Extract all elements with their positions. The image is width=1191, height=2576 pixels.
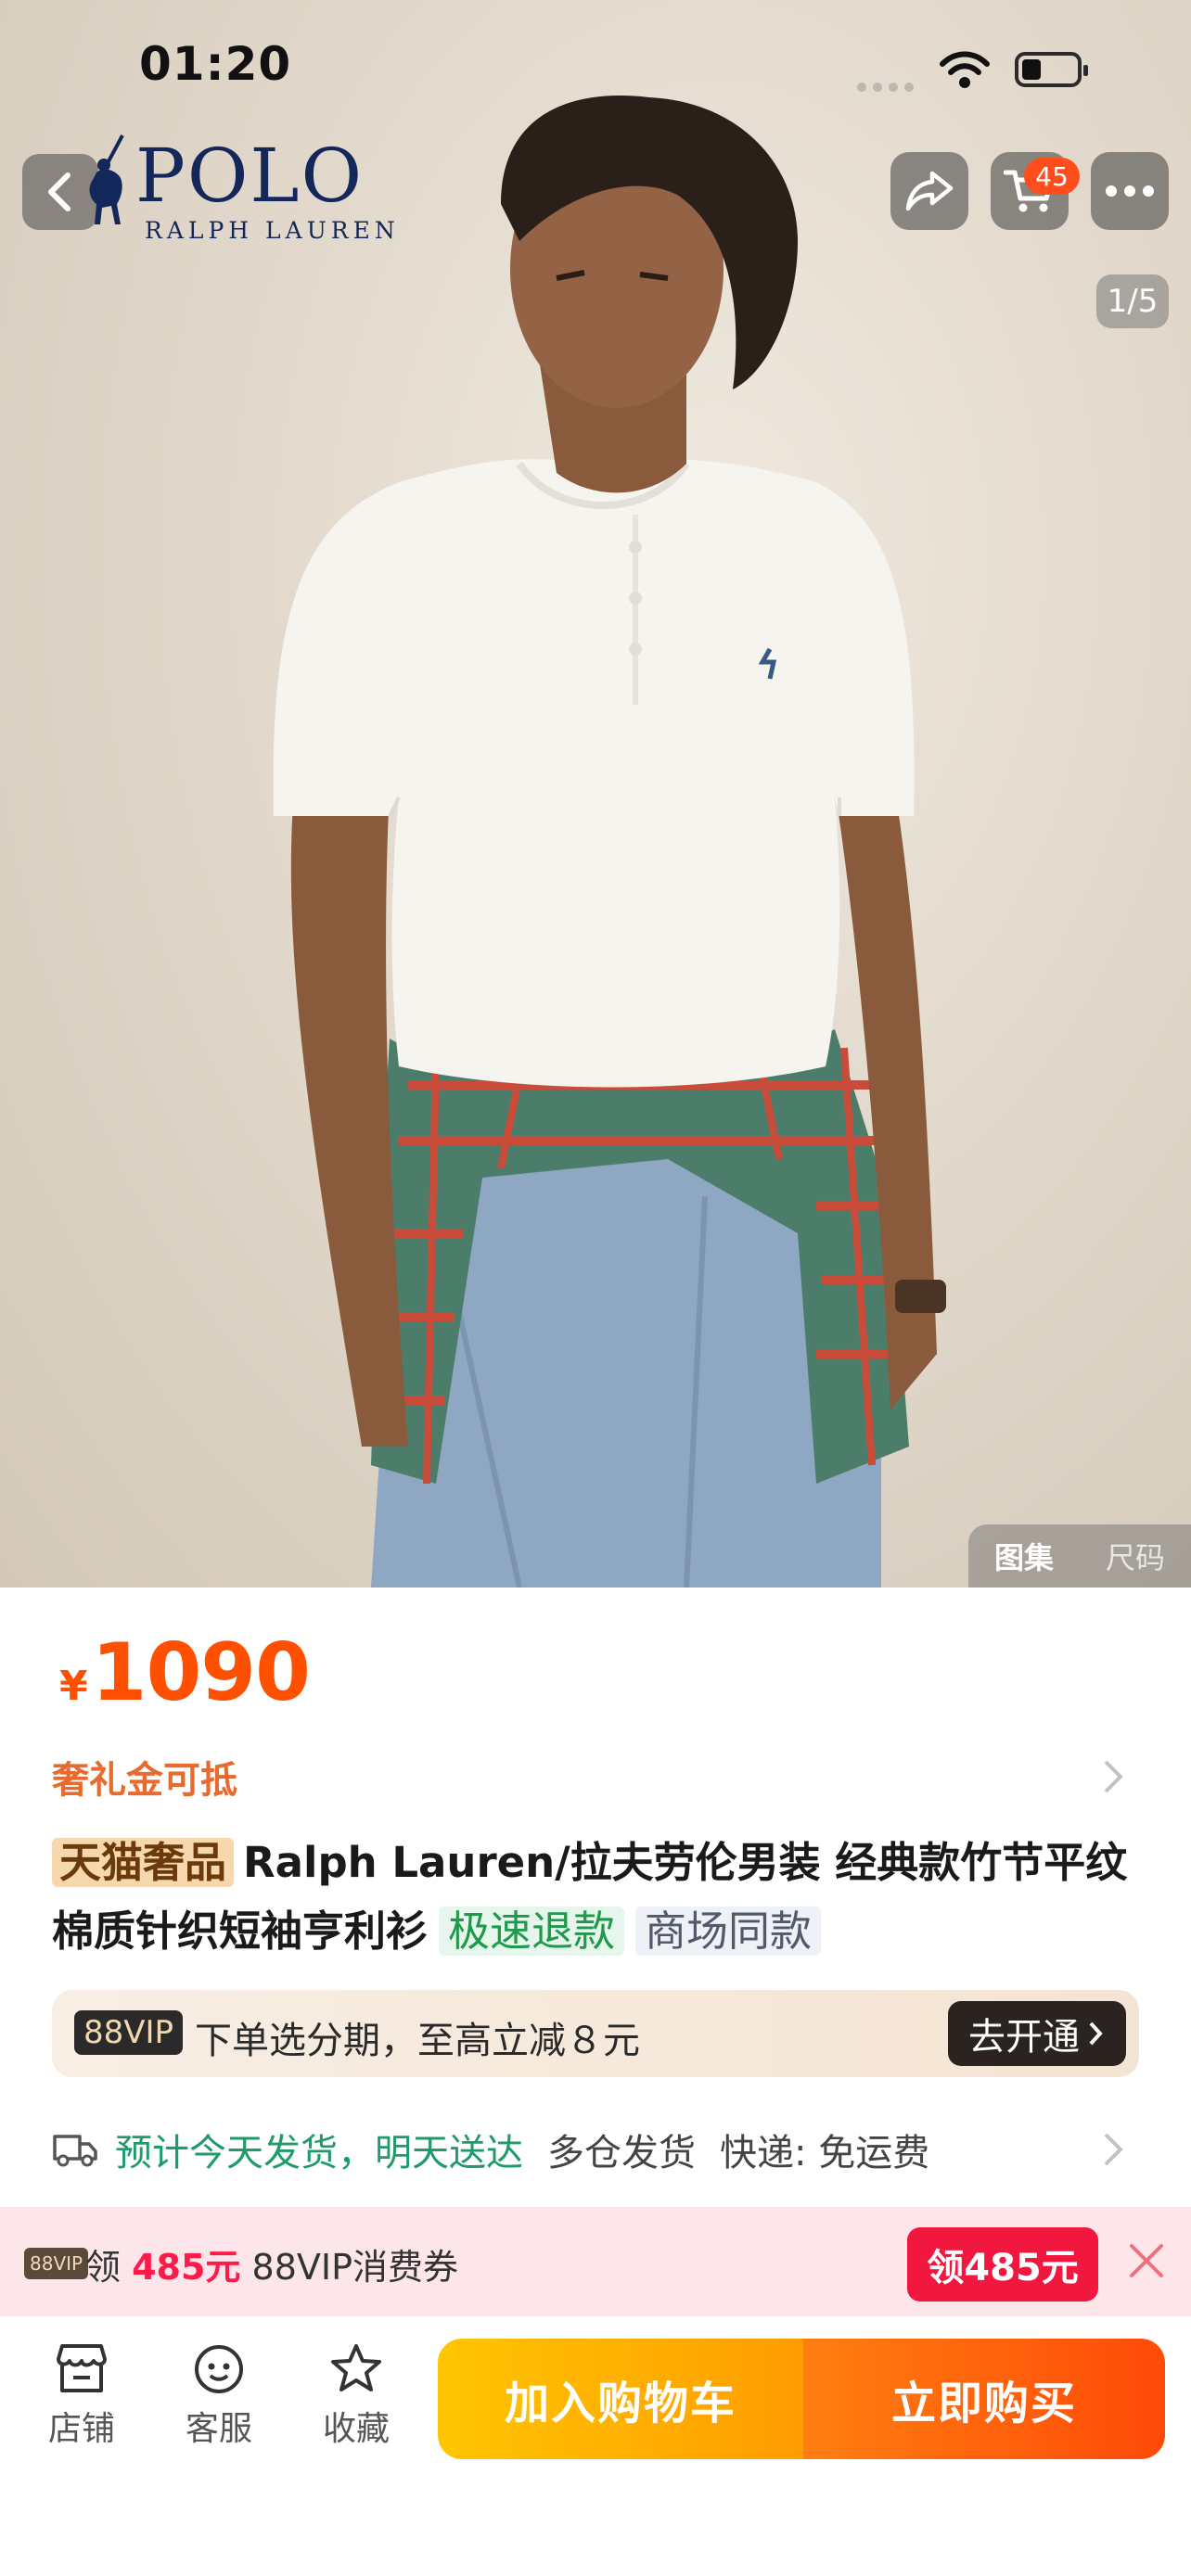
signal-icon [857, 78, 920, 96]
coupon-banner[interactable]: 88VIP 领 485元 88VIP消费券 领485元 [0, 2207, 1191, 2316]
product-page: 01:20 POLO RALPH LAUREN 45 1/5 图集 尺码 ¥ 1… [0, 0, 1191, 2576]
mall-tag: 天猫奢品 [52, 1838, 235, 1887]
service-label: 客服 [185, 2410, 252, 2448]
subsidy-label[interactable]: 奢礼金可抵 [52, 1750, 237, 1804]
brand-subtitle: RALPH LAUREN [145, 217, 400, 244]
battery-icon [1015, 52, 1088, 87]
favorite-nav[interactable]: 收藏 [310, 2342, 403, 2450]
polo-horse-icon [89, 134, 124, 224]
brand-title: POLO [135, 133, 365, 219]
store-label: 店铺 [47, 2410, 115, 2448]
service-nav[interactable]: 客服 [173, 2342, 265, 2450]
brand-logo[interactable]: POLO RALPH LAUREN [80, 133, 400, 244]
promo-amount: 485元 [132, 2247, 241, 2288]
tab-size[interactable]: 尺码 [1106, 1535, 1165, 1577]
shipping-express: 快递: 免运费 [720, 2132, 930, 2174]
favorite-label: 收藏 [322, 2410, 390, 2448]
store-icon [57, 2344, 107, 2392]
same-as-mall-tag: 商场同款 [635, 1906, 822, 1956]
product-image-gallery[interactable]: 01:20 POLO RALPH LAUREN 45 1/5 图集 尺码 [0, 0, 1191, 1588]
tab-gallery[interactable]: 图集 [994, 1535, 1054, 1577]
chevron-left-icon [48, 172, 70, 211]
cart-count-badge: 45 [1024, 158, 1080, 195]
gallery-tabs: 图集 尺码 [968, 1524, 1191, 1588]
add-to-cart-button[interactable]: 加入购物车 [438, 2339, 803, 2459]
fast-refund-tag: 极速退款 [439, 1906, 625, 1956]
more-button[interactable] [1091, 152, 1169, 230]
vip-installment-banner[interactable]: 88VIP 下单选分期，至高立减８元 去开通 [52, 1990, 1139, 2077]
promo-suffix: 88VIP消费券 [251, 2247, 459, 2288]
status-time: 01:20 [139, 37, 292, 91]
truck-icon [53, 2135, 97, 2167]
wifi-icon [940, 51, 990, 88]
vip-badge: 88VIP [74, 2010, 184, 2055]
shipping-estimate: 预计今天发货，明天送达 [115, 2132, 523, 2174]
service-icon [195, 2345, 243, 2393]
close-icon[interactable] [1126, 2240, 1167, 2281]
shipping-row[interactable]: 预计今天发货，明天送达 多仓发货 快递: 免运费 [52, 2123, 1150, 2175]
buy-now-button[interactable]: 立即购买 [803, 2339, 1165, 2459]
vip-activate-label: 去开通 [968, 2016, 1080, 2059]
share-button[interactable] [890, 152, 968, 230]
promo-prefix: 领 [85, 2247, 122, 2288]
currency-symbol: ¥ [59, 1663, 88, 1710]
vip-activate-button[interactable]: 去开通 [948, 2001, 1126, 2066]
star-icon [331, 2344, 381, 2391]
vip-text: 下单选分期，至高立减８元 [195, 2020, 640, 2062]
product-title: 天猫奢品 Ralph Lauren/拉夫劳伦男装 经典款竹节平纹棉质针织短袖亨利衫… [52, 1829, 1146, 1966]
chevron-right-icon[interactable] [1102, 2131, 1124, 2168]
price-value: 1090 [91, 1626, 311, 1719]
store-nav[interactable]: 店铺 [35, 2342, 128, 2450]
image-pager: 1/5 [1096, 274, 1169, 328]
bottom-action-bar: 店铺 客服 收藏 加入购物车 立即购买 [0, 2316, 1191, 2576]
price: ¥ 1090 [59, 1626, 311, 1719]
chevron-right-icon [1089, 2021, 1103, 2046]
status-bar: 01:20 [0, 0, 1191, 130]
shipping-warehouse: 多仓发货 [547, 2132, 696, 2174]
chevron-right-icon[interactable] [1102, 1758, 1124, 1795]
promo-vip-badge: 88VIP [24, 2248, 89, 2279]
claim-coupon-button[interactable]: 领485元 [907, 2227, 1098, 2302]
promo-text: 领 485元 88VIP消费券 [85, 2238, 458, 2289]
more-dots-icon [1106, 185, 1154, 197]
share-icon [905, 171, 954, 211]
